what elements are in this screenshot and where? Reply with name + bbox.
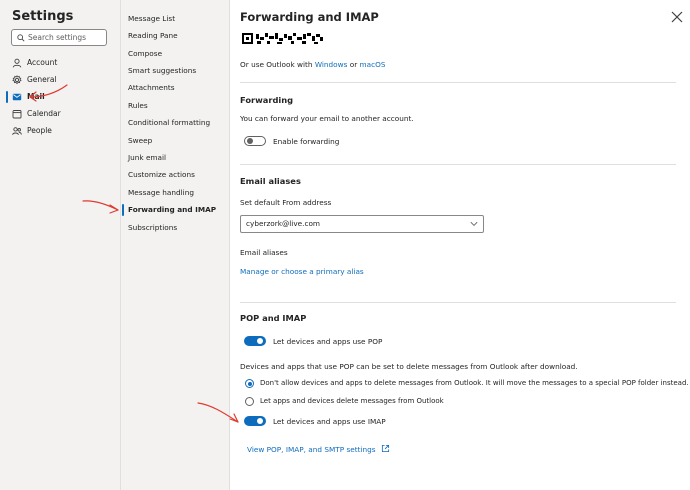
nav-label: Mail <box>27 92 45 101</box>
default-from-dropdown[interactable]: cyberzork@live.com <box>240 215 484 233</box>
forwarding-toggle[interactable] <box>244 136 266 146</box>
mail-icon <box>12 93 22 101</box>
submenu-label: Message List <box>128 14 176 23</box>
submenu-item-conditional-formatting[interactable]: Conditional formatting <box>121 115 229 131</box>
submenu-item-rules[interactable]: Rules <box>121 98 229 114</box>
radio-delete-label: Let apps and devices delete messages fro… <box>260 397 444 405</box>
nav-item-calendar[interactable]: Calendar <box>0 106 119 122</box>
aliases-heading: Email aliases <box>240 176 301 186</box>
submenu-label: Customize actions <box>128 170 195 179</box>
settings-panel: Forwarding and IMAP Or use Outlook with … <box>230 0 690 490</box>
imap-toggle[interactable] <box>244 416 266 426</box>
settings-title: Settings <box>12 9 74 24</box>
nav-item-account[interactable]: Account <box>0 55 119 71</box>
radio-dont-delete[interactable] <box>245 379 254 388</box>
or-text: or <box>349 60 358 69</box>
close-icon[interactable] <box>670 10 684 24</box>
mail-submenu: Message List Reading Pane Compose Smart … <box>121 0 230 490</box>
outlook-prefix: Or use Outlook with <box>240 60 313 69</box>
active-indicator <box>6 91 8 103</box>
default-from-label: Set default From address <box>240 198 332 207</box>
pop-imap-settings-row: View POP, IMAP, and SMTP settings <box>247 444 390 454</box>
submenu-label: Forwarding and IMAP <box>128 205 217 214</box>
submenu-item-forwarding-imap[interactable]: Forwarding and IMAP <box>121 202 229 218</box>
outlook-apps-text: Or use Outlook with Windows or macOS <box>240 60 386 69</box>
submenu-item-sweep[interactable]: Sweep <box>121 133 229 149</box>
active-indicator <box>122 204 124 216</box>
panel-title: Forwarding and IMAP <box>240 10 379 24</box>
nav-label: People <box>27 126 52 135</box>
nav-item-mail[interactable]: Mail <box>0 89 119 105</box>
radio-delete[interactable] <box>245 397 254 406</box>
submenu-label: Subscriptions <box>128 223 178 232</box>
account-icon <box>12 58 22 68</box>
chevron-down-icon <box>470 221 478 227</box>
submenu-item-message-handling[interactable]: Message handling <box>121 185 229 201</box>
nav-label: Account <box>27 58 58 67</box>
submenu-label: Reading Pane <box>128 31 178 40</box>
toggle-knob <box>257 418 263 424</box>
pop-description: Devices and apps that use POP can be set… <box>240 362 578 371</box>
manage-alias-link[interactable]: Manage or choose a primary alias <box>240 267 364 276</box>
toggle-knob <box>247 138 253 144</box>
pop-imap-heading: POP and IMAP <box>240 313 307 323</box>
pop-toggle[interactable] <box>244 336 266 346</box>
submenu-item-subscriptions[interactable]: Subscriptions <box>121 220 229 236</box>
forwarding-heading: Forwarding <box>240 95 294 105</box>
pop-imap-smtp-settings-link[interactable]: View POP, IMAP, and SMTP settings <box>247 445 376 454</box>
toggle-knob <box>257 338 263 344</box>
submenu-item-reading-pane[interactable]: Reading Pane <box>121 28 229 44</box>
submenu-label: Junk email <box>128 153 167 162</box>
section-divider <box>240 302 676 303</box>
submenu-label: Sweep <box>128 136 153 145</box>
email-aliases-label: Email aliases <box>240 248 288 257</box>
submenu-item-junk-email[interactable]: Junk email <box>121 150 229 166</box>
macos-link[interactable]: macOS <box>360 60 386 69</box>
qr-code-fragment <box>242 33 323 44</box>
default-from-value: cyberzork@live.com <box>246 219 321 228</box>
radio-dont-delete-label: Don't allow devices and apps to delete m… <box>260 379 689 387</box>
people-icon <box>12 127 22 135</box>
nav-item-general[interactable]: General <box>0 72 119 88</box>
search-input[interactable] <box>28 33 104 42</box>
windows-link[interactable]: Windows <box>315 60 348 69</box>
submenu-item-message-list[interactable]: Message List <box>121 11 229 27</box>
nav-label: General <box>27 75 57 84</box>
forwarding-toggle-label: Enable forwarding <box>273 137 340 146</box>
submenu-label: Rules <box>128 101 148 110</box>
submenu-item-attachments[interactable]: Attachments <box>121 80 229 96</box>
submenu-label: Compose <box>128 49 163 58</box>
calendar-icon <box>12 110 22 119</box>
submenu-item-smart-suggestions[interactable]: Smart suggestions <box>121 63 229 79</box>
nav-label: Calendar <box>27 109 61 118</box>
search-box[interactable] <box>11 29 107 46</box>
submenu-label: Smart suggestions <box>128 66 197 75</box>
forwarding-description: You can forward your email to another ac… <box>240 114 414 123</box>
imap-toggle-label: Let devices and apps use IMAP <box>273 417 386 426</box>
settings-sidebar: Settings Account General Mail Calendar P… <box>0 0 121 490</box>
submenu-label: Conditional formatting <box>128 118 211 127</box>
open-external-icon[interactable] <box>381 444 390 453</box>
pop-toggle-label: Let devices and apps use POP <box>273 337 383 346</box>
gear-icon <box>12 75 22 85</box>
submenu-item-customize-actions[interactable]: Customize actions <box>121 167 229 183</box>
section-divider <box>240 82 676 83</box>
submenu-item-compose[interactable]: Compose <box>121 46 229 62</box>
submenu-label: Message handling <box>128 188 194 197</box>
nav-item-people[interactable]: People <box>0 123 119 139</box>
section-divider <box>240 164 676 165</box>
search-icon <box>17 33 25 42</box>
submenu-label: Attachments <box>128 83 175 92</box>
